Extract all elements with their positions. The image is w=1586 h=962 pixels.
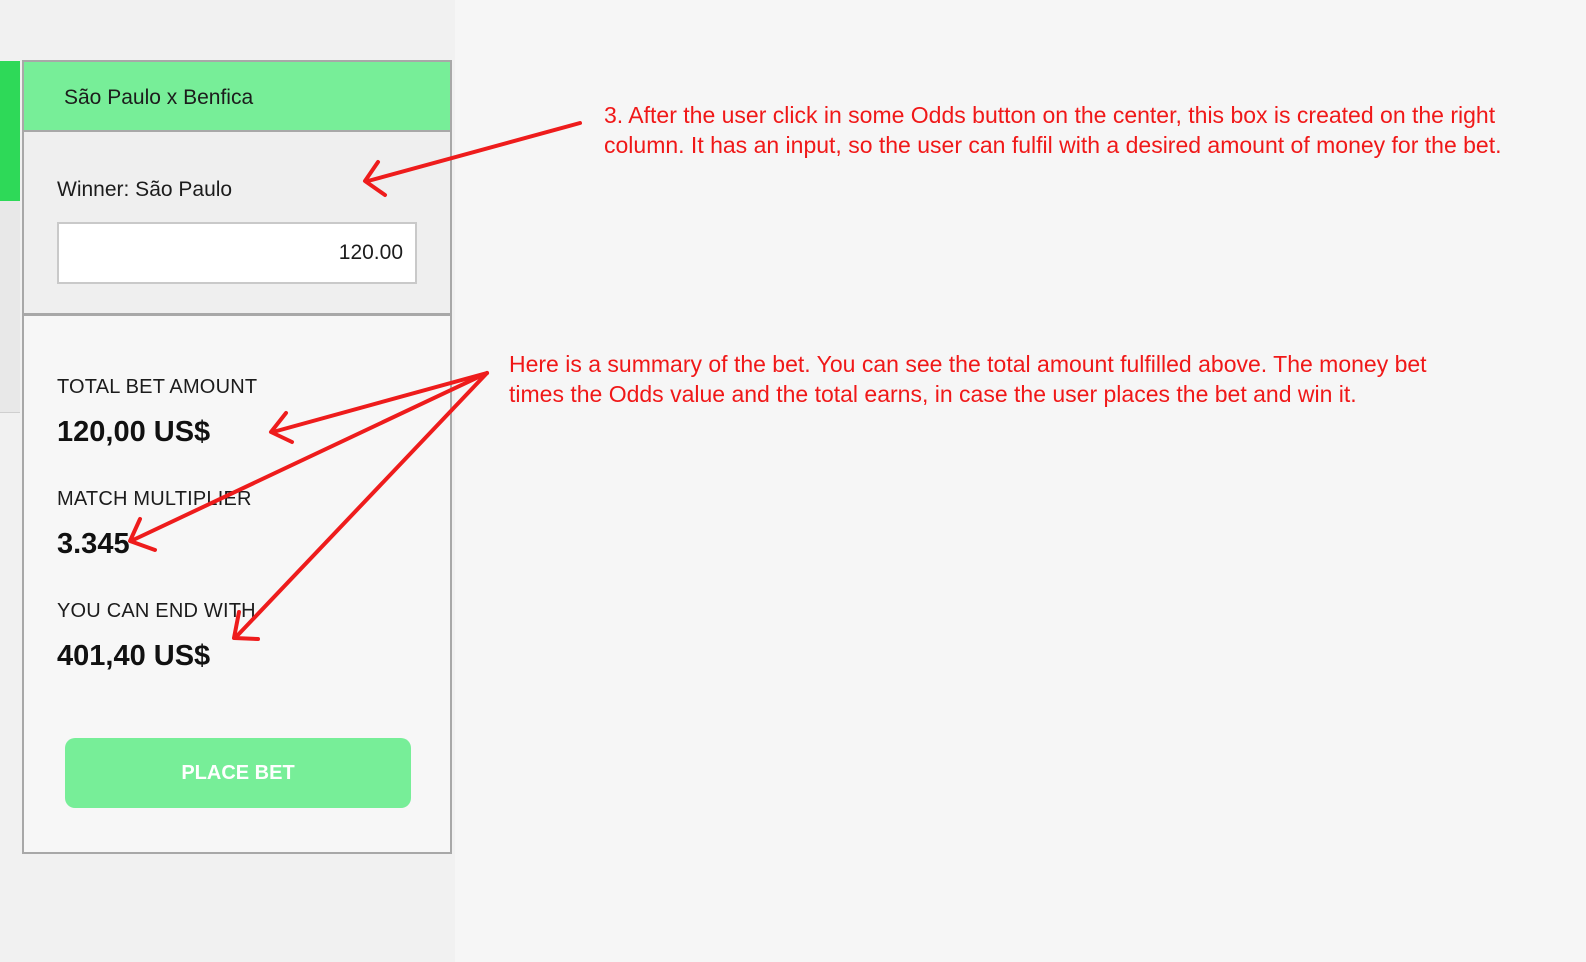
annotation-arrows [128, 121, 582, 641]
arrow-to-end-with [232, 371, 489, 641]
arrow-to-multiplier [128, 371, 489, 552]
arrow-to-bet-box [363, 121, 582, 197]
